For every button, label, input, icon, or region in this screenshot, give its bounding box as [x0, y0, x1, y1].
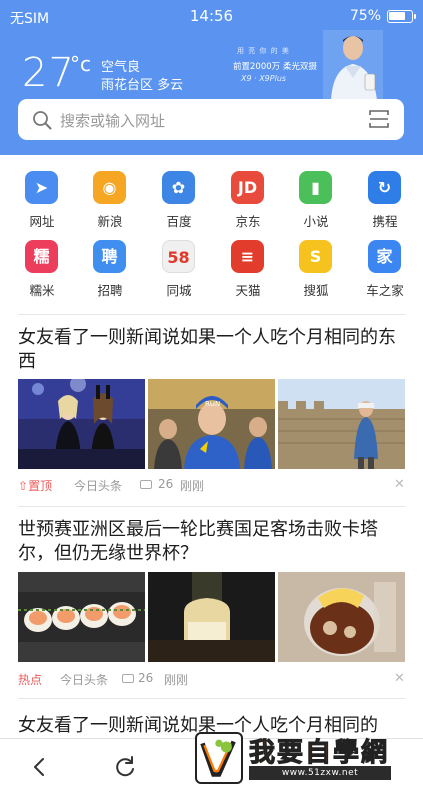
quick-link-icon: ▮: [299, 171, 332, 204]
quick-link-icon: ↻: [368, 171, 401, 204]
quick-link-icon: ◉: [93, 171, 126, 204]
quick-link-item[interactable]: ▮ 小说: [286, 165, 346, 229]
quick-link-label: 网址: [29, 214, 55, 229]
news-image-row: [18, 572, 405, 662]
ad-person-image: [323, 30, 383, 100]
quick-link-label: 天猫: [235, 283, 261, 298]
search-placeholder: 搜索或输入网址: [60, 112, 166, 130]
temperature: 27: [22, 50, 75, 96]
ad-slogan: 用 亮 你 的 美: [237, 47, 290, 55]
quick-link-label: 车之家: [366, 283, 404, 298]
news-source: 今日头条: [74, 479, 123, 493]
quick-link-icon: JD: [231, 171, 264, 204]
news-image[interactable]: [18, 379, 145, 469]
quick-link-item[interactable]: ◉ 新浪: [80, 165, 140, 229]
dismiss-icon[interactable]: ✕: [394, 477, 405, 492]
ad-model: X9 · X9Plus: [241, 74, 287, 83]
divider: [18, 314, 405, 315]
comment-icon: [122, 671, 134, 685]
quick-link-item[interactable]: ✿ 百度: [149, 165, 209, 229]
quick-link-item[interactable]: S 搜狐: [286, 234, 346, 298]
quick-link-label: 百度: [166, 214, 192, 229]
divider: [18, 698, 405, 699]
battery-icon: [387, 10, 416, 23]
news-item[interactable]: 女友看了一则新闻说如果一个人吃个月相同的东西 RUN ⇧置顶 今日头条 26 刚…: [18, 326, 405, 493]
quick-link-item[interactable]: JD 京东: [218, 165, 278, 229]
comment-count: 26: [138, 671, 154, 685]
quick-link-icon: ✿: [162, 171, 195, 204]
news-item[interactable]: 世预赛亚洲区最后一轮比赛国足客场击败卡塔尔，但仍无缘世界杯？ 热点 今日头条 2…: [18, 518, 405, 687]
svg-text:RUN: RUN: [205, 400, 220, 408]
news-image[interactable]: RUN: [148, 379, 275, 469]
news-image[interactable]: [278, 379, 405, 469]
weather-location: 雨花台区 多云: [101, 78, 184, 93]
quick-link-label: 京东: [235, 214, 261, 229]
refresh-icon[interactable]: [112, 753, 138, 781]
watermark-url: www.51zxw.net: [249, 766, 391, 780]
news-time: 刚刚: [164, 673, 189, 687]
quick-link-item[interactable]: 家车之家: [355, 234, 415, 298]
comment-count: 26: [158, 477, 174, 491]
quick-link-item[interactable]: 58 同城: [149, 234, 209, 298]
hot-tag: 热点: [18, 673, 43, 687]
news-image[interactable]: [18, 572, 145, 662]
quick-link-item[interactable]: 聘招聘: [80, 234, 140, 298]
battery-level-fill: [389, 12, 405, 20]
quick-link-item[interactable]: 糯糯米: [12, 234, 72, 298]
quick-link-icon: ≡: [231, 240, 264, 273]
quick-link-icon: 家: [368, 240, 401, 273]
quick-link-icon: 58: [162, 240, 195, 273]
battery-percent: 75%: [349, 8, 381, 24]
quick-link-item[interactable]: ≡ 天猫: [218, 234, 278, 298]
news-source: 今日头条: [60, 673, 109, 687]
back-icon[interactable]: [28, 753, 52, 781]
quick-link-item[interactable]: ➤ 网址: [12, 165, 72, 229]
watermark-text: 我要自學網: [248, 738, 390, 769]
quick-link-label: 糯米: [29, 283, 55, 298]
quick-link-label: 招聘: [97, 283, 123, 298]
status-bar: 无SIM 14:56 75%: [0, 0, 423, 34]
quick-link-label: 新浪: [97, 214, 123, 229]
quick-link-label: 同城: [166, 283, 192, 298]
quick-link-icon: ➤: [25, 171, 58, 204]
news-image[interactable]: [278, 572, 405, 662]
header: 无SIM 14:56 75% 27 °c 空气良 雨花台区 多云 用 亮 你 的…: [0, 0, 423, 155]
news-title[interactable]: 世预赛亚洲区最后一轮比赛国足客场击败卡塔尔，但仍无缘世界杯？: [18, 518, 405, 566]
divider: [18, 506, 405, 507]
search-bar[interactable]: 搜索或输入网址: [18, 99, 404, 140]
watermark: 我要自學網 www.51zxw.net: [195, 726, 395, 788]
quick-link-label: 携程: [372, 214, 398, 229]
news-image[interactable]: [148, 572, 275, 662]
ad-banner[interactable]: 用 亮 你 的 美 前置2000万 柔光双摄 X9 · X9Plus: [225, 30, 423, 100]
dismiss-icon[interactable]: ✕: [394, 671, 405, 686]
watermark-logo: [195, 732, 243, 784]
pinned-tag: ⇧置顶: [18, 479, 53, 493]
quick-link-icon: 糯: [25, 240, 58, 273]
quick-link-icon: S: [299, 240, 332, 273]
scan-icon[interactable]: [368, 108, 390, 130]
news-image-row: RUN: [18, 379, 405, 469]
quick-link-label: 搜狐: [303, 283, 329, 298]
news-title[interactable]: 女友看了一则新闻说如果一个人吃个月相同的东西: [18, 326, 405, 374]
temperature-unit: °c: [70, 52, 91, 76]
air-quality: 空气良: [101, 60, 141, 75]
quick-link-icon: 聘: [93, 240, 126, 273]
ad-feature: 前置2000万 柔光双摄: [233, 62, 317, 72]
search-icon: [33, 111, 52, 130]
news-time: 刚刚: [180, 479, 205, 493]
quick-link-label: 小说: [303, 214, 329, 229]
quick-link-item[interactable]: ↻ 携程: [355, 165, 415, 229]
comment-icon: [140, 477, 152, 491]
